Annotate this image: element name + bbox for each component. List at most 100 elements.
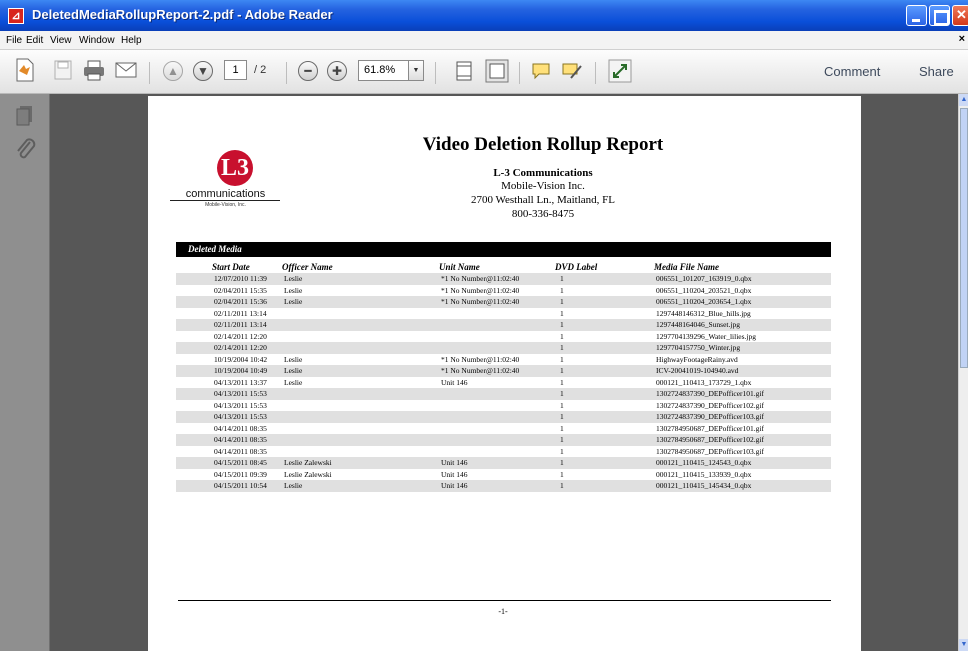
toolbar-separator: [149, 62, 150, 84]
unit-name-cell: Unit 146: [441, 458, 468, 467]
column-header-officer-name: Officer Name: [282, 262, 333, 272]
media-file-name-cell: 1297448164046_Sunset.jpg: [656, 320, 740, 329]
officer-name-cell: Leslie: [284, 274, 303, 283]
maximize-button[interactable]: [929, 5, 950, 26]
scroll-up-icon[interactable]: ▲: [959, 94, 968, 106]
start-date-cell: 04/15/2011 09:39: [214, 469, 267, 479]
menu-window[interactable]: Window: [79, 35, 115, 46]
table-row: 02/14/2011 12:20 1 1297704139296_Water_lil…: [176, 331, 831, 343]
comment-button[interactable]: Comment: [824, 64, 880, 79]
table-row: 04/15/2011 10:54 Leslie Unit 146 1 000121_11…: [176, 480, 831, 492]
page-total: / 2: [254, 64, 267, 76]
officer-name-cell: Leslie: [284, 297, 303, 306]
company-name: L-3 Communications: [493, 167, 593, 179]
create-pdf-icon[interactable]: [14, 57, 36, 83]
report-title: Video Deletion Rollup Report: [422, 134, 664, 155]
media-file-name-cell: 006551_101207_163919_0.qbx: [656, 274, 752, 283]
table-row: 02/14/2011 12:20 1 1297704157750_Winter.jp…: [176, 342, 831, 354]
column-header-media-file-name: Media File Name: [654, 262, 719, 272]
dvd-label-cell: 1: [560, 389, 564, 398]
media-file-name-cell: 000121_110415_124543_0.qbx: [656, 458, 752, 467]
media-file-name-cell: ICV-20041019-104940.avd: [656, 366, 739, 375]
print-icon[interactable]: [82, 59, 106, 81]
toolbar-separator: [435, 62, 436, 84]
pages-panel-icon[interactable]: [14, 104, 36, 128]
media-file-name-cell: 1302724837390_DEPofficer101.gif: [656, 389, 764, 398]
next-page-icon[interactable]: ▼: [193, 61, 213, 81]
dvd-label-cell: 1: [560, 297, 564, 306]
section-header: Deleted Media: [176, 242, 831, 257]
start-date-cell: 02/14/2011 12:20: [214, 343, 267, 352]
media-file-name-cell: 1302784950687_DEPofficer103.gif: [656, 446, 764, 456]
highlight-icon[interactable]: [561, 60, 583, 82]
start-date-cell: 04/13/2011 15:53: [214, 389, 267, 398]
dvd-label-cell: 1: [560, 481, 564, 490]
page-number-input[interactable]: 1: [224, 60, 247, 80]
scroll-thumb[interactable]: [960, 108, 968, 368]
media-file-name-cell: 1302724837390_DEPofficer102.gif: [656, 400, 764, 410]
window-title: DeletedMediaRollupReport-2.pdf - Adobe R…: [32, 7, 333, 22]
share-button[interactable]: Share: [919, 64, 954, 79]
close-button[interactable]: [952, 5, 968, 26]
sticky-note-icon[interactable]: [530, 61, 552, 81]
media-file-name-cell: 1302784950687_DEPofficer102.gif: [656, 435, 764, 444]
start-date-cell: 10/19/2004 10:42: [214, 354, 268, 364]
company-address: 2700 Westhall Ln., Maitland, FL: [470, 194, 616, 206]
dvd-label-cell: 1: [560, 366, 564, 375]
menu-help[interactable]: Help: [121, 35, 142, 46]
vertical-scrollbar[interactable]: ▲ ▼: [958, 94, 968, 651]
dvd-label-cell: 1: [560, 423, 564, 433]
start-date-cell: 02/04/2011 15:36: [214, 297, 267, 306]
scroll-down-icon[interactable]: ▼: [959, 639, 968, 651]
media-file-name-cell: 1297448146312_Blue_hills.jpg: [656, 308, 751, 318]
unit-name-cell: *1 No Number@11:02:40: [441, 285, 520, 295]
full-screen-icon[interactable]: [608, 59, 632, 83]
toolbar-separator: [595, 62, 596, 84]
media-file-name-cell: HighwayFootageRainy.avd: [656, 354, 738, 364]
zoom-out-icon[interactable]: ━: [298, 61, 318, 81]
start-date-cell: 04/14/2011 08:35: [214, 423, 267, 433]
officer-name-cell: Leslie Zalewski: [284, 458, 332, 467]
media-file-name-cell: 000121_110415_133939_0.qbx: [656, 469, 752, 479]
start-date-cell: 04/13/2011 15:53: [214, 412, 267, 421]
table-row: 04/13/2011 15:53 1 1302724837390_DEPoffice…: [176, 400, 831, 412]
zoom-input[interactable]: 61.8%: [358, 60, 409, 81]
unit-name-cell: *1 No Number@11:02:40: [441, 354, 520, 364]
table-row: 02/04/2011 15:35 Leslie *1 No Number@11:02…: [176, 285, 831, 297]
table-row: 04/15/2011 09:39 Leslie Zalewski Unit 146 1…: [176, 469, 831, 481]
start-date-cell: 04/13/2011 13:37: [214, 377, 267, 387]
zoom-in-icon[interactable]: ✚: [327, 61, 347, 81]
unit-name-cell: Unit 146: [441, 377, 468, 387]
attachments-icon[interactable]: [14, 138, 38, 164]
table-row: 04/14/2011 08:35 1 1302784950687_DEPoffice…: [176, 423, 831, 435]
start-date-cell: 02/11/2011 13:14: [214, 320, 267, 329]
start-date-cell: 04/13/2011 15:53: [214, 400, 267, 410]
footer-rule: [178, 600, 831, 601]
start-date-cell: 02/14/2011 12:20: [214, 331, 267, 341]
fit-page-icon[interactable]: [455, 60, 473, 82]
media-file-name-cell: 1297704139296_Water_lilies.jpg: [656, 331, 757, 341]
fit-width-icon[interactable]: [485, 59, 509, 83]
media-file-name-cell: 000121_110413_173729_1.qbx: [656, 377, 752, 387]
officer-name-cell: Leslie: [284, 366, 303, 375]
adobe-reader-icon: ⊿: [8, 8, 24, 24]
column-header-unit-name: Unit Name: [439, 262, 480, 272]
table-row: 04/14/2011 08:35 1 1302784950687_DEPoffice…: [176, 434, 831, 446]
zoom-dropdown-icon[interactable]: ▼: [409, 60, 424, 81]
dvd-label-cell: 1: [560, 308, 564, 318]
previous-page-icon[interactable]: ▲: [163, 61, 183, 81]
save-icon[interactable]: [53, 59, 73, 81]
menu-file[interactable]: File: [6, 35, 22, 46]
start-date-cell: 02/04/2011 15:35: [214, 285, 267, 295]
media-file-name-cell: 000121_110415_145434_0.qbx: [656, 481, 752, 490]
email-icon[interactable]: [114, 61, 138, 79]
start-date-cell: 04/15/2011 08:45: [214, 458, 267, 467]
dvd-label-cell: 1: [560, 331, 564, 341]
menu-view[interactable]: View: [50, 35, 72, 46]
dvd-label-cell: 1: [560, 285, 564, 295]
unit-name-cell: *1 No Number@11:02:40: [441, 366, 520, 375]
minimize-button[interactable]: [906, 5, 927, 26]
menu-edit[interactable]: Edit: [26, 35, 43, 46]
document-close-icon[interactable]: ×: [959, 33, 965, 45]
table-row: 04/13/2011 15:53 1 1302724837390_DEPoffice…: [176, 388, 831, 400]
